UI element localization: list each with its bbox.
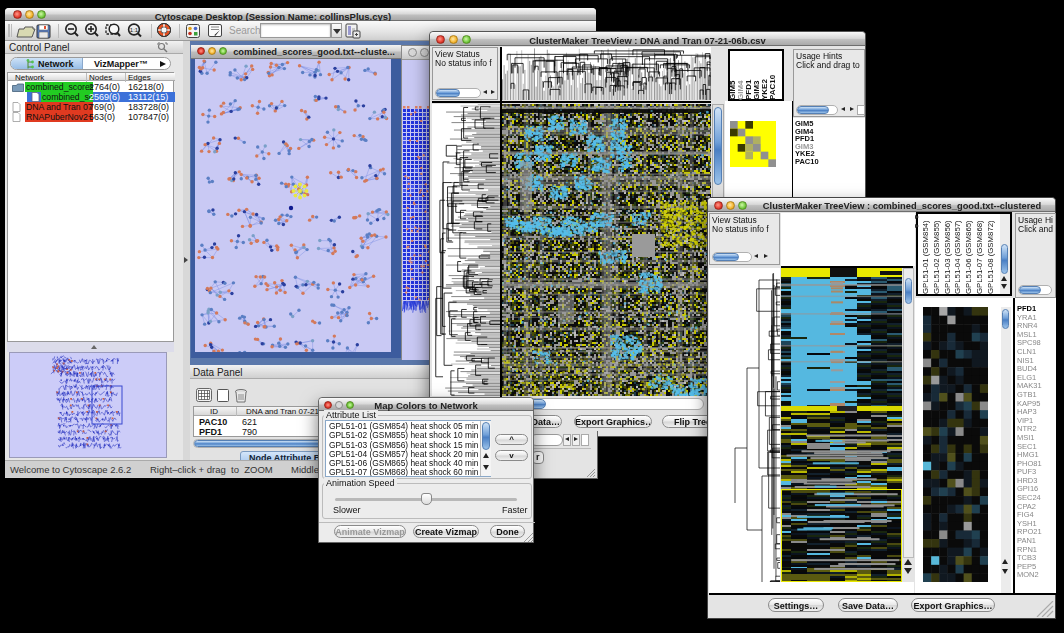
svg-text:1:1: 1:1 bbox=[130, 27, 139, 33]
